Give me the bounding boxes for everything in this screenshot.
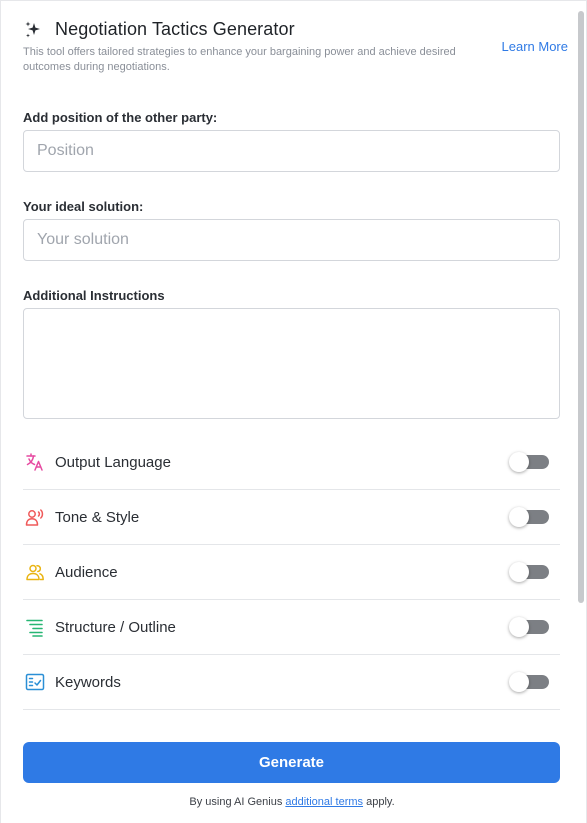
option-audience[interactable]: Audience bbox=[23, 545, 560, 600]
keywords-toggle[interactable] bbox=[509, 672, 549, 692]
toggle-knob bbox=[509, 562, 529, 582]
output-language-toggle[interactable] bbox=[509, 452, 549, 472]
solution-input[interactable] bbox=[23, 219, 560, 261]
header: Negotiation Tactics Generator Learn More… bbox=[23, 19, 568, 75]
tool-panel: Negotiation Tactics Generator Learn More… bbox=[0, 0, 587, 823]
structure-outline-toggle[interactable] bbox=[509, 617, 549, 637]
toggle-knob bbox=[509, 617, 529, 637]
generate-button[interactable]: Generate bbox=[23, 742, 560, 783]
option-keywords[interactable]: Keywords bbox=[23, 655, 560, 710]
option-label: Audience bbox=[55, 563, 118, 581]
title-row: Negotiation Tactics Generator bbox=[23, 19, 568, 40]
option-output-language[interactable]: Output Language bbox=[23, 435, 560, 490]
scrollbar[interactable] bbox=[578, 11, 584, 603]
additional-terms-link[interactable]: additional terms bbox=[285, 796, 363, 808]
footer-prefix: By using AI Genius bbox=[189, 796, 286, 808]
instructions-label: Additional Instructions bbox=[23, 288, 165, 303]
keywords-checklist-icon bbox=[24, 671, 46, 693]
option-label: Output Language bbox=[55, 453, 171, 471]
toggle-knob bbox=[509, 452, 529, 472]
page-title: Negotiation Tactics Generator bbox=[55, 19, 295, 39]
footer-suffix: apply. bbox=[363, 796, 395, 808]
toggle-knob bbox=[509, 672, 529, 692]
translate-icon bbox=[24, 451, 46, 473]
instructions-textarea[interactable] bbox=[23, 308, 560, 419]
page-description: This tool offers tailored strategies to … bbox=[23, 46, 456, 73]
people-icon bbox=[24, 561, 46, 583]
outline-list-icon bbox=[24, 616, 46, 638]
option-label: Tone & Style bbox=[55, 508, 140, 526]
person-voice-icon bbox=[24, 506, 46, 528]
solution-label: Your ideal solution: bbox=[23, 199, 144, 214]
option-label: Structure / Outline bbox=[55, 618, 176, 636]
learn-more-link[interactable]: Learn More bbox=[502, 39, 568, 54]
option-structure-outline[interactable]: Structure / Outline bbox=[23, 600, 560, 655]
sparkle-icon bbox=[25, 21, 40, 37]
toggle-knob bbox=[509, 507, 529, 527]
option-label: Keywords bbox=[55, 673, 121, 691]
position-input[interactable] bbox=[23, 130, 560, 172]
terms-footer: By using AI Genius additional terms appl… bbox=[1, 796, 583, 808]
option-tone-style[interactable]: Tone & Style bbox=[23, 490, 560, 545]
position-label: Add position of the other party: bbox=[23, 110, 218, 125]
tone-style-toggle[interactable] bbox=[509, 507, 549, 527]
options-list: Output Language Tone & Style Audience St… bbox=[23, 435, 560, 710]
audience-toggle[interactable] bbox=[509, 562, 549, 582]
